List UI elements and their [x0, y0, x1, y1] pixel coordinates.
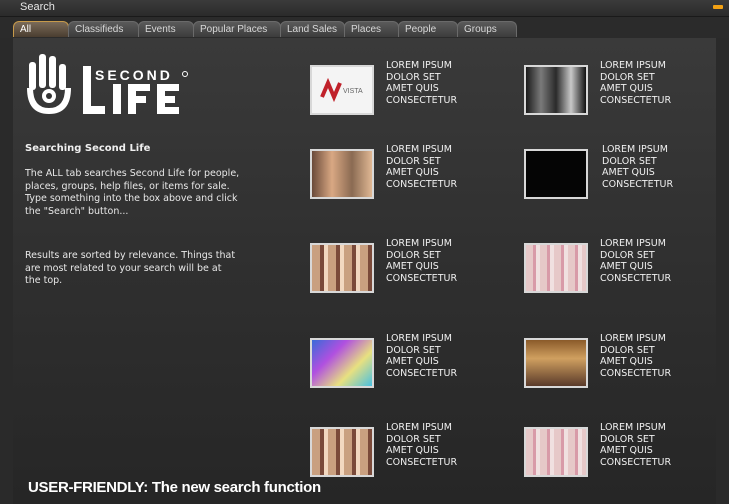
result-item[interactable]: LOREM IPSUM DOLOR SET AMET QUIS CONSECTE…	[310, 144, 510, 204]
tab-classifieds[interactable]: Classifieds	[68, 21, 139, 37]
result-item[interactable]: LOREM IPSUM DOLOR SET AMET QUIS CONSECTE…	[524, 238, 724, 298]
tab-popular-places[interactable]: Popular Places	[193, 21, 281, 37]
svg-text:SECOND: SECOND	[95, 67, 173, 83]
result-text: LOREM IPSUM DOLOR SET AMET QUIS CONSECTE…	[386, 238, 458, 284]
result-text: LOREM IPSUM DOLOR SET AMET QUIS CONSECTE…	[600, 422, 672, 468]
result-text: LOREM IPSUM DOLOR SET AMET QUIS CONSECTE…	[602, 144, 674, 190]
result-thumbnail[interactable]: VISTA	[310, 65, 374, 115]
result-text: LOREM IPSUM DOLOR SET AMET QUIS CONSECTE…	[600, 60, 672, 106]
second-life-logo: SECOND	[27, 54, 188, 114]
svg-text:VISTA: VISTA	[343, 88, 363, 95]
window-title: Search	[20, 1, 55, 13]
info-heading: Searching Second Life	[25, 143, 151, 154]
screenshot-caption: USER-FRIENDLY: The new search function	[28, 479, 321, 496]
result-item[interactable]: LOREM IPSUM DOLOR SET AMET QUIS CONSECTE…	[310, 422, 510, 482]
result-thumbnail[interactable]	[310, 243, 374, 293]
result-text: LOREM IPSUM DOLOR SET AMET QUIS CONSECTE…	[386, 60, 458, 106]
title-bar[interactable]: Search	[0, 0, 729, 17]
search-window: Search All Classifieds Events Popular Pl…	[0, 0, 729, 504]
result-text: LOREM IPSUM DOLOR SET AMET QUIS CONSECTE…	[600, 238, 672, 284]
tab-people[interactable]: People	[398, 21, 458, 37]
minimize-button[interactable]	[713, 5, 723, 9]
result-text: LOREM IPSUM DOLOR SET AMET QUIS CONSECTE…	[386, 333, 458, 379]
result-thumbnail[interactable]	[310, 149, 374, 199]
result-item[interactable]: LOREM IPSUM DOLOR SET AMET QUIS CONSECTE…	[524, 144, 724, 204]
result-thumbnail[interactable]	[524, 149, 588, 199]
tab-bar: All Classifieds Events Popular Places La…	[0, 17, 729, 38]
tab-all[interactable]: All	[13, 21, 69, 37]
result-item[interactable]: LOREM IPSUM DOLOR SET AMET QUIS CONSECTE…	[524, 333, 724, 393]
result-item[interactable]: LOREM IPSUM DOLOR SET AMET QUIS CONSECTE…	[524, 422, 724, 482]
result-thumbnail[interactable]	[524, 427, 588, 477]
result-item[interactable]: LOREM IPSUM DOLOR SET AMET QUIS CONSECTE…	[310, 238, 510, 298]
result-text: LOREM IPSUM DOLOR SET AMET QUIS CONSECTE…	[600, 333, 672, 379]
tab-events[interactable]: Events	[138, 21, 194, 37]
content-panel: SECOND Searching Second Life The ALL tab…	[13, 38, 716, 504]
result-thumbnail[interactable]	[524, 243, 588, 293]
result-thumbnail[interactable]	[524, 65, 588, 115]
tab-groups[interactable]: Groups	[457, 21, 517, 37]
result-text: LOREM IPSUM DOLOR SET AMET QUIS CONSECTE…	[386, 422, 458, 468]
result-item[interactable]: LOREM IPSUM DOLOR SET AMET QUIS CONSECTE…	[310, 333, 510, 393]
result-thumbnail[interactable]	[310, 338, 374, 388]
result-thumbnail[interactable]	[524, 338, 588, 388]
tab-land-sales[interactable]: Land Sales	[280, 21, 345, 37]
info-description-sort: Results are sorted by relevance. Things …	[25, 250, 236, 286]
info-description: The ALL tab searches Second Life for peo…	[25, 168, 240, 217]
result-text: LOREM IPSUM DOLOR SET AMET QUIS CONSECTE…	[386, 144, 458, 190]
result-item[interactable]: VISTA LOREM IPSUM DOLOR SET AMET QUIS CO…	[310, 60, 510, 120]
result-item[interactable]: LOREM IPSUM DOLOR SET AMET QUIS CONSECTE…	[524, 60, 724, 120]
tab-places[interactable]: Places	[344, 21, 399, 37]
result-thumbnail[interactable]	[310, 427, 374, 477]
